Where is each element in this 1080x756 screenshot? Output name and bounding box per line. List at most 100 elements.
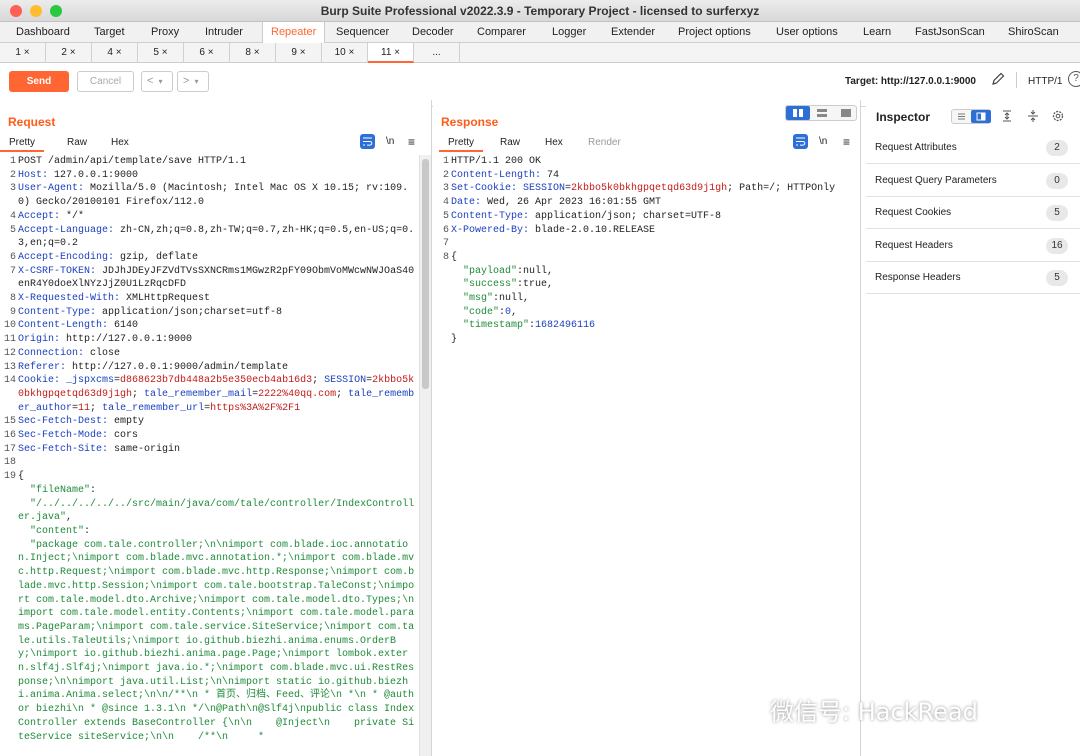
line-number: 13 [3,361,16,373]
tab-repeater[interactable]: Repeater [262,22,326,43]
pencil-icon[interactable] [990,71,1008,89]
tab-decoder[interactable]: Decoder [404,22,462,43]
cancel-button[interactable]: Cancel [77,71,134,92]
tab-request-hex[interactable]: Hex [111,137,129,148]
line-text: Sec-Fetch-Dest: empty [18,415,419,429]
code-token: ; Path=/; HTTPOnly [727,183,836,195]
menu-icon[interactable]: ≡ [843,135,850,149]
code-token: Sec-Fetch-Dest: [18,416,115,428]
inspector-row[interactable]: Response Headers 5 [866,262,1080,295]
code-token: Content-Type: [18,306,103,318]
code-line: 8{ [433,251,854,265]
tab-response-raw[interactable]: Raw [500,137,520,148]
tab-shiroscan[interactable]: ShiroScan [1000,22,1067,43]
tab-proxy[interactable]: Proxy [143,22,187,43]
wrap-icon[interactable] [360,134,375,149]
zoom-window-button[interactable] [50,5,63,17]
help-icon[interactable]: ? [1068,71,1080,87]
code-token: Connection: [18,347,91,359]
code-token: Wed, 26 Apr 2023 16:01:55 GMT [487,197,662,209]
settings-icon[interactable] [1051,109,1065,126]
line-number [0,498,18,525]
forward-button[interactable]: > ▾ [177,71,209,92]
layout-split-icon[interactable] [971,110,991,123]
repeater-tab[interactable]: ... [414,43,460,63]
repeater-tab[interactable]: 1 × [0,43,46,63]
line-text: Cookie: _jspxcms=d868623b7db448a2b5e350e… [18,374,419,415]
tab-sequencer[interactable]: Sequencer [328,22,397,43]
line-text: "success":true, [451,278,854,292]
inspector-row[interactable]: Request Query Parameters 0 [866,165,1080,197]
watermark-text: 微信号: HackRead [770,698,978,726]
code-token: Content-Length: [18,320,115,332]
code-token: 74 [547,169,560,181]
code-token: SESSION [324,375,367,387]
code-token: Content-Type: [451,210,536,222]
code-line: 18 [0,456,419,470]
layout-list-icon[interactable] [952,110,971,123]
wrap-icon[interactable] [793,134,808,149]
layout-stacked-icon[interactable] [810,106,834,120]
code-token: 127.0.0.1:9000 [54,169,139,181]
tab-project-options[interactable]: Project options [670,22,759,43]
code-token: Sec-Fetch-Mode: [18,430,115,442]
tab-user-options[interactable]: User options [768,22,846,43]
tab-fastjsonscan[interactable]: FastJsonScan [907,22,993,43]
protocol-label[interactable]: HTTP/1 [1028,76,1062,87]
back-button[interactable]: < ▾ [141,71,173,92]
line-number: 3 [9,183,16,195]
request-editor[interactable]: 1 POST /admin/api/template/save HTTP/1.1 2… [0,155,419,756]
repeater-tab[interactable]: 6 × [184,43,230,63]
menu-icon[interactable]: ≡ [408,135,415,149]
newline-icon[interactable]: \n [386,136,394,147]
response-editor[interactable]: 1 HTTP/1.1 200 OK 2 Content-Length: 74 3 Set-… [433,155,854,756]
split-icon[interactable] [1026,109,1040,126]
send-button[interactable]: Send [9,71,69,92]
line-text: Sec-Fetch-Site: same-origin [18,443,419,457]
inspector-row-label: Request Query Parameters [875,174,997,186]
repeater-tab[interactable]: 2 × [46,43,92,63]
tab-extender[interactable]: Extender [603,22,663,43]
inspector-row[interactable]: Request Attributes 2 [866,132,1080,164]
code-token: http://127.0.0.1:9000 [66,334,193,346]
tab-dashboard[interactable]: Dashboard [8,22,78,43]
minimize-window-button[interactable] [30,5,43,17]
tab-response-pretty[interactable]: Pretty [439,134,483,152]
code-token: :null, [517,265,554,277]
tab-request-pretty[interactable]: Pretty [0,134,44,152]
tab-intruder[interactable]: Intruder [197,22,251,43]
tab-response-hex[interactable]: Hex [545,137,563,148]
code-line: 7 [433,237,854,251]
close-window-button[interactable] [10,5,22,17]
line-text: Accept-Encoding: gzip, deflate [18,251,419,265]
tab-comparer[interactable]: Comparer [469,22,534,43]
repeater-tab[interactable]: 10 × [322,43,368,63]
code-token: "msg" [451,293,494,305]
repeater-tab[interactable]: 5 × [138,43,184,63]
newline-icon[interactable]: \n [819,136,827,147]
layout-tabs-icon[interactable] [834,106,858,120]
inspector-row[interactable]: Request Cookies 5 [866,197,1080,230]
tab-logger[interactable]: Logger [544,22,594,43]
line-number: 4 [9,210,16,222]
code-token: close [90,347,121,359]
repeater-tab[interactable]: 11 × [368,43,414,63]
align-top-icon[interactable] [1000,109,1014,126]
tab-learn[interactable]: Learn [855,22,899,43]
tab-request-raw[interactable]: Raw [67,137,87,148]
line-number: 7 [442,238,449,250]
line-number [433,333,451,347]
request-scrollbar[interactable] [419,155,431,756]
tab-target[interactable]: Target [86,22,133,43]
repeater-tab[interactable]: 9 × [276,43,322,63]
layout-side-by-side-icon[interactable] [786,106,810,120]
code-token: "content" [18,525,85,537]
line-number: 2 [9,169,16,181]
inspector-row[interactable]: Request Headers 16 [866,230,1080,262]
code-line: } [433,333,854,347]
line-text: { [451,251,854,265]
code-token: ; [336,388,349,400]
repeater-tab[interactable]: 8 × [230,43,276,63]
tab-response-render[interactable]: Render [588,137,621,148]
repeater-tab[interactable]: 4 × [92,43,138,63]
